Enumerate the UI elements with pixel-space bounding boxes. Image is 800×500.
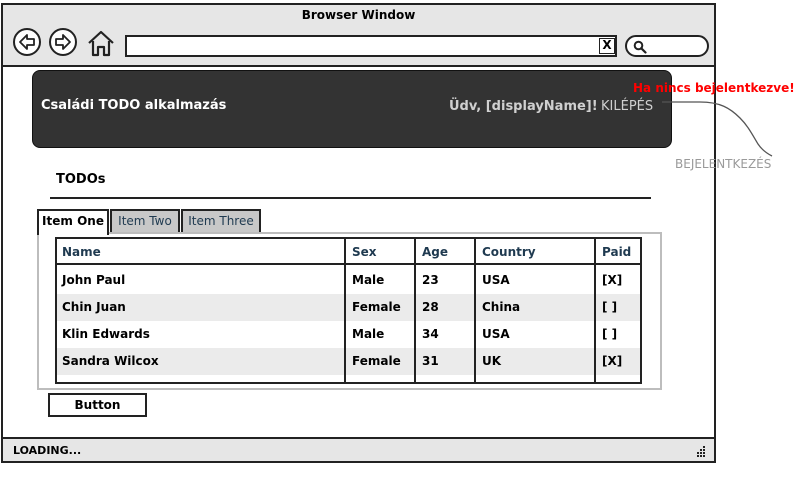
search-input[interactable] [625,35,709,57]
data-table: Name Sex Age Country Paid John Paul Male… [55,237,642,384]
url-clear-button[interactable]: X [599,38,615,54]
browser-toolbar: Browser Window X [3,5,714,67]
cell-sex: Female [352,300,401,314]
back-arrow-icon [19,34,35,50]
home-icon [88,30,114,57]
column-header-paid[interactable]: Paid [597,239,631,265]
column-header-sex[interactable]: Sex [347,239,377,265]
back-button[interactable] [13,28,41,56]
status-bar: LOADING... [3,437,714,461]
logout-link[interactable]: KILÉPÉS [601,99,653,114]
cell-age: 34 [422,327,439,341]
cell-country: USA [482,327,510,341]
tab-item-two[interactable]: Item Two [110,209,180,233]
cell-name: Chin Juan [62,300,126,314]
not-logged-in-note: Ha nincs bejelentkezve! [633,81,795,95]
column-header-name[interactable]: Name [57,239,101,265]
cell-age: 28 [422,300,439,314]
tab-panel: Name Sex Age Country Paid John Paul Male… [37,232,662,390]
resize-grip-icon[interactable] [695,445,707,457]
cell-name: John Paul [62,273,126,287]
search-icon [633,40,647,54]
column-header-age[interactable]: Age [417,239,448,265]
section-title: TODOs [56,172,106,187]
tab-item-one[interactable]: Item One [37,209,109,235]
table-row[interactable]: Chin Juan Female 28 China [ ] [57,294,640,321]
cell-country: USA [482,273,510,287]
cell-paid: [ ] [602,300,618,314]
cell-sex: Female [352,354,401,368]
cell-sex: Male [352,273,385,287]
welcome-text: Üdv, [displayName]! [449,99,598,114]
table-row[interactable]: Sandra Wilcox Female 31 UK [X] [57,348,640,375]
action-button[interactable]: Button [48,393,147,417]
url-input[interactable]: X [125,35,617,57]
cell-paid: [X] [602,273,623,287]
section-divider [50,197,651,199]
cell-name: Klin Edwards [62,327,150,341]
cell-age: 31 [422,354,439,368]
app-title: Családi TODO alkalmazás [41,98,227,113]
table-row[interactable]: Klin Edwards Male 34 USA [ ] [57,321,640,348]
app-header: Családi TODO alkalmazás Üdv, [displayNam… [32,70,672,148]
table-row-empty [57,375,640,382]
annotation-connector [662,101,773,157]
home-button[interactable] [87,29,115,57]
cell-sex: Male [352,327,385,341]
cell-paid: [ ] [602,327,618,341]
table-row[interactable]: John Paul Male 23 USA [X] [57,267,640,294]
cell-country: UK [482,354,502,368]
table-header-row: Name Sex Age Country Paid [57,239,640,265]
cell-paid: [X] [602,354,623,368]
login-link[interactable]: BEJELENTKEZÉS [675,157,771,171]
cell-name: Sandra Wilcox [62,354,159,368]
column-header-country[interactable]: Country [477,239,536,265]
forward-arrow-icon [55,34,71,50]
column-divider [474,239,476,382]
column-divider [344,239,346,382]
cell-age: 23 [422,273,439,287]
forward-button[interactable] [49,28,77,56]
cell-country: China [482,300,521,314]
tab-item-three[interactable]: Item Three [181,209,261,233]
status-text: LOADING... [13,444,82,457]
column-divider [594,239,596,382]
column-divider [414,239,416,382]
window-title: Browser Window [301,8,416,22]
